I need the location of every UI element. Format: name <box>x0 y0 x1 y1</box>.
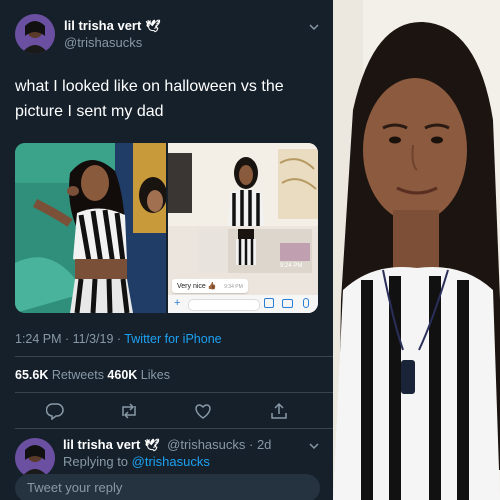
like-count[interactable]: 460K <box>107 368 137 382</box>
divider <box>15 356 333 357</box>
chevron-down-icon[interactable] <box>309 441 319 453</box>
tweet-panel: lil trisha vert 🕊 @trishasucks what I loo… <box>0 0 333 500</box>
reply-input[interactable] <box>27 480 307 495</box>
mic-icon <box>303 298 309 308</box>
portrait-photo <box>333 0 500 500</box>
chat-message: Very nice 👍🏾 9:34 PM <box>172 279 248 293</box>
sticker-icon <box>264 298 274 308</box>
chat-input-bar: + <box>168 295 318 313</box>
tweet-timestamp: 1:24 PM · 11/3/19 · Twitter for iPhone <box>15 332 222 346</box>
dove-emoji: 🕊 <box>145 19 161 33</box>
divider <box>15 392 333 393</box>
tweet-stats: 65.6K Retweets 460K Likes <box>15 368 170 382</box>
user-handle[interactable]: @trishasucks <box>64 35 142 50</box>
dove-emoji: 🕊 <box>144 438 160 452</box>
halloween-photo[interactable] <box>15 143 166 313</box>
plus-icon: + <box>174 297 181 309</box>
tweet-text: what I looked like on halloween vs the p… <box>15 78 284 120</box>
share-icon[interactable] <box>267 400 291 422</box>
replying-to-link[interactable]: @trishasucks <box>132 454 210 469</box>
replying-to: Replying to @trishasucks <box>63 454 210 469</box>
reply-display-name[interactable]: lil trisha vert 🕊 @trishasucks · 2d <box>63 437 271 452</box>
reply-handle-time[interactable]: @trishasucks · 2d <box>167 437 271 452</box>
reply-box[interactable] <box>15 474 320 500</box>
chevron-down-icon[interactable] <box>309 22 319 34</box>
display-name[interactable]: lil trisha vert 🕊 <box>64 18 161 33</box>
source-link[interactable]: Twitter for iPhone <box>124 332 221 346</box>
chat-screenshot[interactable]: 9:24 PM Very nice 👍🏾 9:34 PM + <box>168 143 318 313</box>
heart-icon[interactable] <box>191 400 215 422</box>
divider <box>15 428 333 429</box>
retweet-count[interactable]: 65.6K <box>15 368 48 382</box>
message-input-field <box>188 299 260 311</box>
camera-icon <box>282 299 293 308</box>
retweet-icon[interactable] <box>117 400 141 422</box>
reply-avatar[interactable] <box>15 438 55 478</box>
photo-time: 9:24 PM <box>280 263 303 269</box>
reply-icon[interactable] <box>43 400 67 422</box>
avatar[interactable] <box>15 14 55 54</box>
